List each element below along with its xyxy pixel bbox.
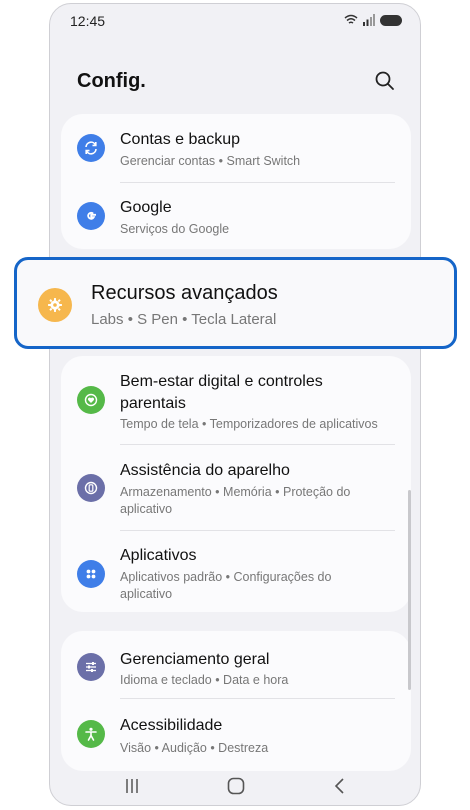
- search-icon: [375, 71, 394, 90]
- item-subtitle: Visão • Audição • Destreza: [120, 741, 269, 755]
- scrollbar[interactable]: [408, 490, 411, 690]
- item-subtitle-line: aplicativo: [120, 587, 173, 601]
- settings-item-google[interactable]: Google Serviços do Google: [61, 182, 411, 249]
- settings-item-apps[interactable]: Aplicativos Aplicativos padrão • Configu…: [61, 530, 411, 612]
- item-title: Recursos avançados: [91, 282, 278, 304]
- item-title: Google: [120, 199, 172, 216]
- heart-icon: [77, 386, 105, 414]
- item-title: Gerenciamento geral: [120, 651, 270, 668]
- back-button[interactable]: [328, 774, 352, 798]
- search-button[interactable]: [372, 68, 398, 94]
- settings-card-accounts: Contas e backup Gerenciar contas • Smart…: [61, 114, 411, 249]
- item-subtitle-line: aplicativo: [120, 502, 173, 516]
- item-title: Aplicativos: [120, 547, 197, 564]
- status-icons: [344, 14, 402, 26]
- device-care-icon: [77, 474, 105, 502]
- settings-item-accessibility[interactable]: Acessibilidade Visão • Audição • Destrez…: [61, 698, 411, 771]
- battery-icon: [380, 14, 402, 26]
- status-time: 12:45: [70, 13, 106, 29]
- item-subtitle: Aplicativos padrão • Configurações do ap…: [120, 569, 397, 603]
- item-title-line: Bem-estar digital e controles: [120, 373, 323, 390]
- accessibility-icon: [77, 720, 105, 748]
- settings-item-advanced-features[interactable]: Recursos avançados Labs • S Pen • Tecla …: [14, 257, 457, 349]
- item-title: Bem-estar digital e controles parentais: [120, 371, 395, 415]
- settings-item-general-management[interactable]: Gerenciamento geral Idioma e teclado • D…: [61, 631, 411, 698]
- item-subtitle: Tempo de tela • Temporizadores de aplica…: [120, 417, 378, 431]
- home-icon: [227, 777, 245, 795]
- settings-item-digital-wellbeing[interactable]: Bem-estar digital e controles parentais …: [61, 356, 411, 444]
- item-title: Contas e backup: [120, 131, 241, 148]
- google-icon: [77, 202, 105, 230]
- recent-apps-button[interactable]: [120, 774, 144, 798]
- home-button[interactable]: [224, 774, 248, 798]
- settings-item-accounts-backup[interactable]: Contas e backup Gerenciar contas • Smart…: [61, 114, 411, 182]
- settings-item-device-care[interactable]: Assistência do aparelho Armazenamento • …: [61, 444, 411, 530]
- wifi-icon: [344, 14, 358, 24]
- phone-frame: 12:45 Config. Contas e backup Gerenciar …: [49, 3, 421, 806]
- advanced-features-icon: [38, 288, 72, 322]
- item-subtitle-line: Armazenamento • Memória • Proteção do: [120, 485, 351, 499]
- item-subtitle: Serviços do Google: [120, 222, 230, 236]
- item-title: Acessibilidade: [120, 717, 223, 734]
- settings-card-device: Bem-estar digital e controles parentais …: [61, 356, 411, 612]
- sliders-icon: [77, 653, 105, 681]
- item-subtitle: Gerenciar contas • Smart Switch: [120, 154, 301, 168]
- status-bar: 12:45: [50, 4, 420, 38]
- apps-icon: [77, 560, 105, 588]
- item-subtitle: Idioma e teclado • Data e hora: [120, 673, 289, 687]
- item-subtitle: Armazenamento • Memória • Proteção do ap…: [120, 484, 397, 518]
- item-subtitle: Labs • S Pen • Tecla Lateral: [91, 311, 277, 328]
- navigation-bar: [50, 762, 420, 805]
- settings-card-general: Gerenciamento geral Idioma e teclado • D…: [61, 631, 411, 771]
- back-icon: [334, 778, 344, 794]
- recent-apps-icon: [126, 779, 138, 793]
- item-subtitle-line: Aplicativos padrão • Configurações do: [120, 570, 332, 584]
- item-title: Assistência do aparelho: [120, 462, 290, 479]
- item-title-line: parentais: [120, 395, 186, 412]
- sync-icon: [77, 134, 105, 162]
- signal-icon: [363, 14, 375, 26]
- page-title: Config.: [77, 70, 146, 92]
